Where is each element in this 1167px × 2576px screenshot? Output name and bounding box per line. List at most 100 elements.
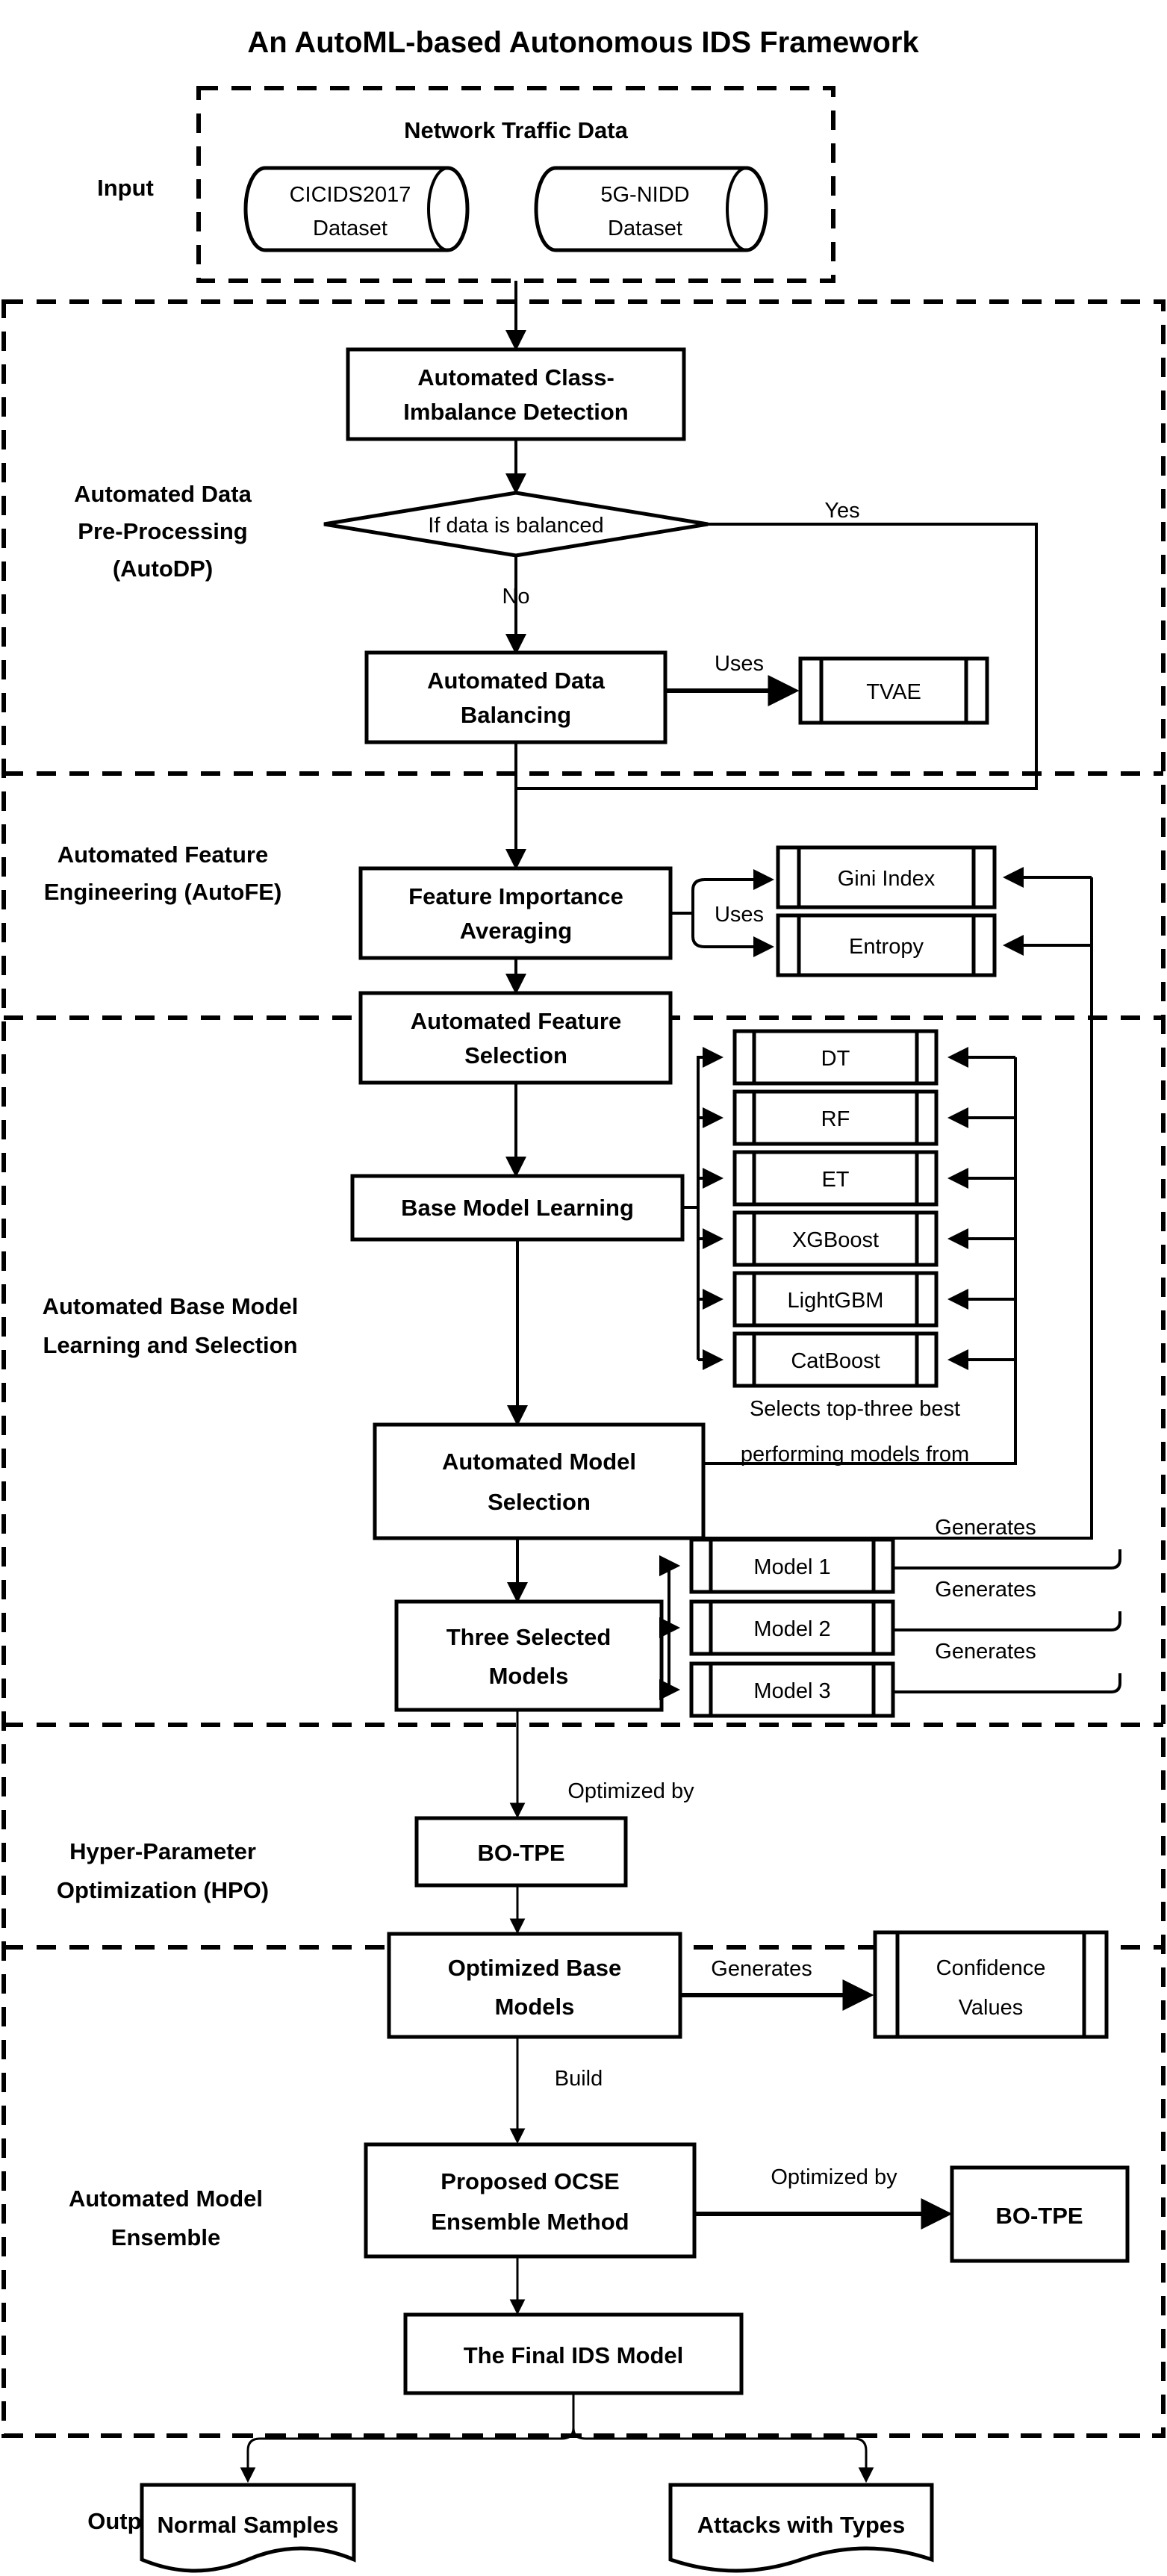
model-candidate-list: DT RF ET XGBoost LightGBM CatBoost <box>732 1029 939 1388</box>
box-label-line1: Three Selected <box>446 1624 611 1650</box>
split-final-model-right <box>572 2427 874 2483</box>
predefined-process-model-lightgbm[interactable]: LightGBM <box>732 1271 939 1328</box>
generates-label-model-1: Generates <box>935 1516 1036 1540</box>
process-base-model-learning[interactable]: Base Model Learning <box>350 1174 685 1242</box>
box-label-line1: Automated Model <box>442 1449 636 1475</box>
process-feature-importance-averaging[interactable]: Feature Importance Averaging <box>358 866 673 960</box>
predefined-process-confidence-values[interactable]: Confidence Values <box>873 1930 1109 2039</box>
model-label: CatBoost <box>791 1349 880 1373</box>
optimized-by-label-hpo: Optimized by <box>567 1779 694 1803</box>
dataset-name-line2: Dataset <box>313 217 388 240</box>
selects-top-three-line1: Selects top-three best <box>750 1397 960 1421</box>
stage-label-autodp-line3: (AutoDP) <box>113 556 213 582</box>
predefined-process-selected-model-2[interactable]: Model 2 <box>689 1599 895 1656</box>
arrow-to-selected-model-1b <box>659 1555 680 1576</box>
dataset-cylinder-cicids2017[interactable]: CICIDS2017 Dataset <box>243 166 470 252</box>
dataset-name-line2: Dataset <box>608 217 682 240</box>
output-label: Normal Samples <box>158 2512 339 2538</box>
box-label-line1: Feature Importance <box>408 883 623 909</box>
selected-model-list: Model 1 Model 2 Model 3 <box>689 1537 895 1718</box>
process-automated-model-selection[interactable]: Automated Model Selection <box>373 1422 706 1540</box>
confidence-label-line2: Values <box>959 1996 1024 2020</box>
box-label-line1: Automated Data <box>427 668 605 694</box>
selects-top-three-line2: performing models from <box>741 1443 969 1466</box>
predefined-process-selected-model-1[interactable]: Model 1 <box>689 1537 895 1594</box>
process-automated-feature-selection[interactable]: Automated Feature Selection <box>358 991 673 1085</box>
box-label-line1: Proposed OCSE <box>441 2168 619 2194</box>
dataset-cylinder-5g-nidd[interactable]: 5G-NIDD Dataset <box>534 166 768 252</box>
process-proposed-ocse-ensemble-method[interactable]: Proposed OCSE Ensemble Method <box>364 2142 697 2259</box>
stage-label-autodp-line2: Pre-Processing <box>78 518 247 544</box>
selected-model-label: Model 3 <box>753 1679 830 1703</box>
fork-branch-dt <box>697 1047 723 1068</box>
box-label-line1: Automated Feature <box>411 1008 621 1034</box>
model-label: DT <box>821 1047 850 1071</box>
process-three-selected-models[interactable]: Three Selected Models <box>394 1599 664 1712</box>
box-label-line2: Models <box>495 1994 575 2020</box>
stage-label-hpo-line2: Optimization (HPO) <box>57 1877 269 1903</box>
predefined-process-entropy[interactable]: Entropy <box>776 913 997 977</box>
input-heading: Network Traffic Data <box>404 117 629 143</box>
document-attacks-with-types[interactable]: Attacks with Types <box>668 2483 934 2573</box>
predefined-process-selected-model-3[interactable]: Model 3 <box>689 1661 895 1718</box>
model-label: XGBoost <box>792 1228 879 1252</box>
box-label-line2: Balancing <box>461 702 571 728</box>
model-label: LightGBM <box>788 1289 884 1313</box>
stage-label-base-line1: Automated Base Model <box>43 1293 299 1319</box>
box-label: BO-TPE <box>995 2203 1083 2229</box>
process-automated-class-imbalance-detection[interactable]: Automated Class- Imbalance Detection <box>346 347 686 441</box>
box-label-line2: Ensemble Method <box>431 2209 629 2235</box>
branch-yes-label: Yes <box>824 499 859 523</box>
pipeline-outer-frame <box>1 299 1166 2438</box>
dataset-name-line1: 5G-NIDD <box>600 183 689 207</box>
selected-model-label: Model 1 <box>753 1555 830 1579</box>
predefined-process-gini-index[interactable]: Gini Index <box>776 845 997 909</box>
box-label-line1: Automated Class- <box>417 364 614 391</box>
stage-label-autodp-line1: Automated Data <box>74 481 252 507</box>
box-label-line2: Averaging <box>460 918 572 944</box>
predefined-process-model-catboost[interactable]: CatBoost <box>732 1331 939 1388</box>
predefined-process-model-xgboost[interactable]: XGBoost <box>732 1210 939 1267</box>
predefined-process-tvae[interactable]: TVAE <box>798 656 989 725</box>
predefined-process-model-dt[interactable]: DT <box>732 1029 939 1086</box>
box-label-line2: Selection <box>464 1042 567 1068</box>
box-label-line2: Models <box>489 1663 569 1689</box>
process-botpe-ensemble[interactable]: BO-TPE <box>950 2165 1130 2263</box>
generates-label-confidence: Generates <box>711 1957 812 1981</box>
criterion-label: Entropy <box>849 935 924 959</box>
stage-label-input: Input <box>97 175 154 201</box>
predefined-process-model-rf[interactable]: RF <box>732 1089 939 1146</box>
stage-label-autofe-line1: Automated Feature <box>57 841 268 868</box>
stage-label-ensemble-line1: Automated Model <box>69 2185 263 2212</box>
process-final-ids-model[interactable]: The Final IDS Model <box>403 2312 744 2395</box>
box-label-line2: Selection <box>488 1489 591 1515</box>
build-label: Build <box>555 2067 603 2091</box>
selected-model-label: Model 2 <box>753 1617 830 1641</box>
dataset-name-line1: CICIDS2017 <box>290 183 411 207</box>
tvae-label: TVAE <box>866 680 921 704</box>
process-optimized-base-models[interactable]: Optimized Base Models <box>387 1932 682 2039</box>
process-botpe-hpo[interactable]: BO-TPE <box>414 1816 628 1888</box>
process-automated-data-balancing[interactable]: Automated Data Balancing <box>364 650 667 744</box>
model-label: RF <box>821 1107 850 1131</box>
generates-rail-model-1 <box>893 1549 1121 1569</box>
decision-label: If data is balanced <box>428 514 603 538</box>
decision-if-data-is-balanced[interactable]: If data is balanced <box>323 491 709 558</box>
box-label: BO-TPE <box>477 1840 564 1866</box>
confidence-label-line1: Confidence <box>936 1956 1046 1980</box>
stage-label-ensemble-line2: Ensemble <box>111 2224 220 2250</box>
generates-label-model-2: Generates <box>935 1578 1036 1602</box>
model-label: ET <box>821 1168 849 1192</box>
box-label: The Final IDS Model <box>464 2342 684 2368</box>
criterion-label: Gini Index <box>838 867 936 891</box>
flowchart-figure: An AutoML-based Autonomous IDS Framework… <box>0 0 1167 2576</box>
stage-label-base-line2: Learning and Selection <box>43 1332 297 1358</box>
document-normal-samples[interactable]: Normal Samples <box>140 2483 356 2573</box>
stage-label-hpo-line1: Hyper-Parameter <box>69 1838 256 1864</box>
optimized-by-label-ensemble: Optimized by <box>771 2165 897 2189</box>
stage-label-autofe-line2: Engineering (AutoFE) <box>44 879 282 905</box>
generates-rail-model-2 <box>893 1611 1121 1631</box>
box-label: Base Model Learning <box>401 1195 634 1221</box>
box-label-line1: Optimized Base <box>448 1955 622 1981</box>
predefined-process-model-et[interactable]: ET <box>732 1150 939 1207</box>
